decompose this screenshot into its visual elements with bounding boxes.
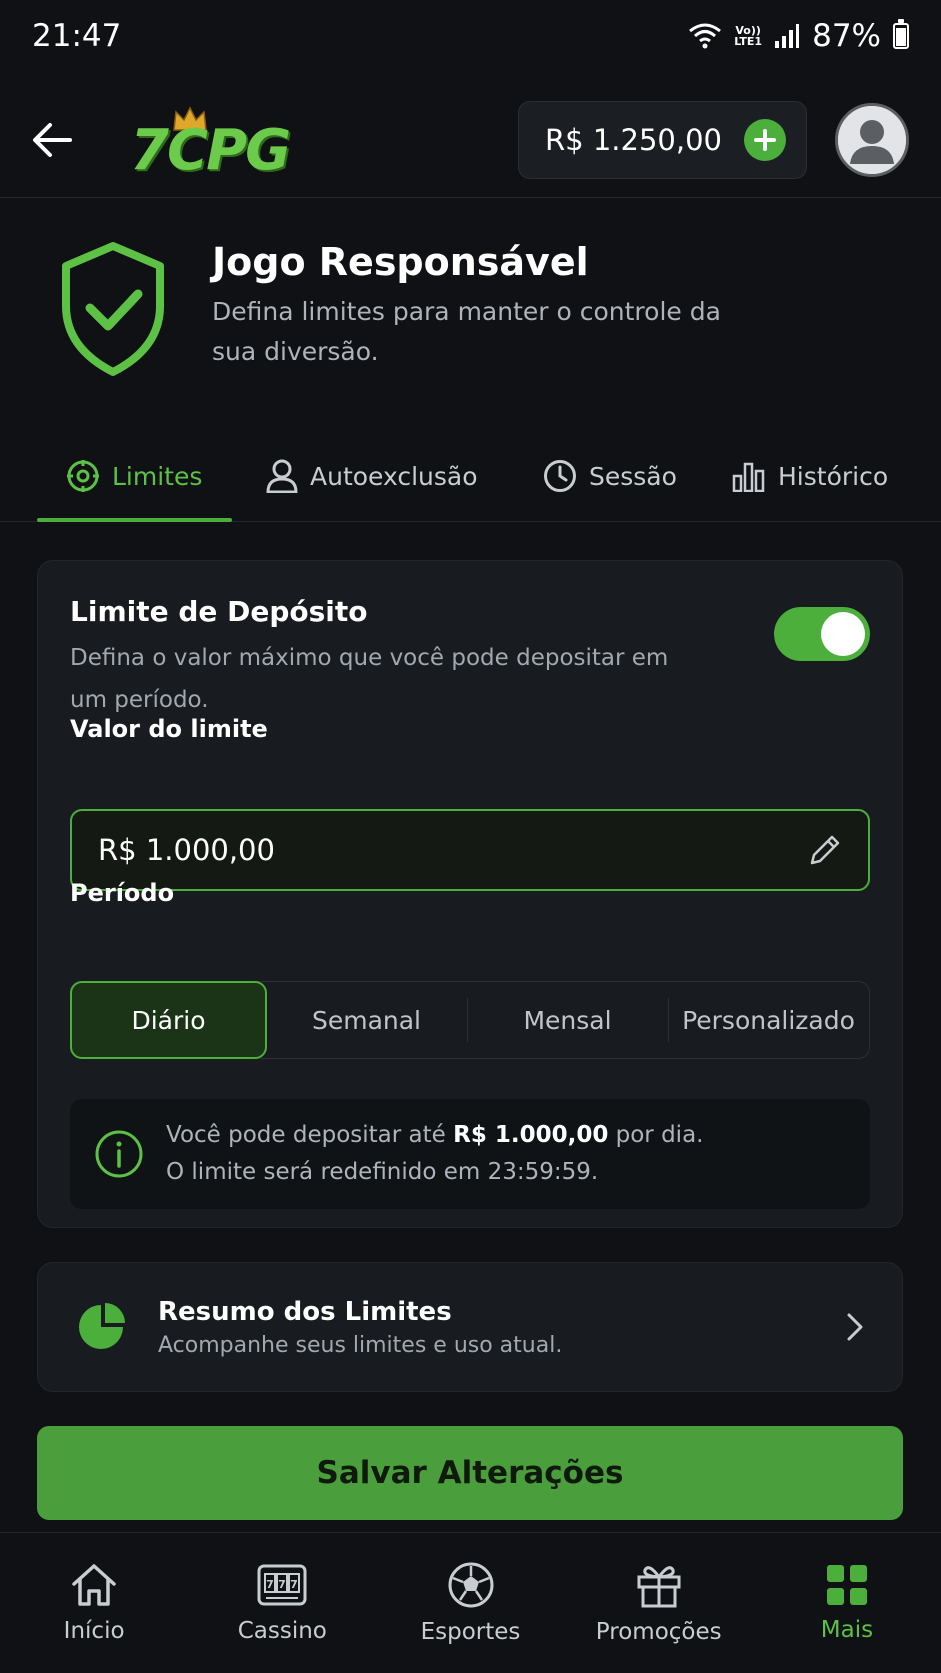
- nav-label: Esportes: [420, 1619, 521, 1645]
- info-icon: [95, 1130, 143, 1178]
- tab-sessao[interactable]: Sessão: [543, 430, 677, 522]
- limit-info-text: Você pode depositar até R$ 1.000,00 por …: [166, 1117, 703, 1191]
- nav-label: Início: [63, 1618, 125, 1644]
- battery-icon: [893, 19, 909, 49]
- period-weekly[interactable]: Semanal: [266, 982, 467, 1058]
- slot-machine-icon: 7 7 7: [257, 1564, 307, 1606]
- page-subtitle: Defina limites para manter o controle da…: [212, 297, 721, 366]
- nav-mais[interactable]: Mais: [753, 1533, 941, 1673]
- limit-info-amount: R$ 1.000,00: [453, 1122, 609, 1148]
- period-label: Período: [70, 879, 175, 907]
- tab-label: Autoexclusão: [310, 461, 478, 491]
- chevron-right-icon: [847, 1313, 863, 1341]
- nav-label: Promoções: [595, 1619, 722, 1645]
- signal-icon: [775, 24, 800, 48]
- bar-chart-icon: [732, 462, 765, 492]
- nav-esportes[interactable]: Esportes: [376, 1533, 564, 1673]
- limit-value-input[interactable]: R$ 1.000,00: [70, 809, 870, 891]
- period-monthly[interactable]: Mensal: [467, 982, 668, 1058]
- status-bar: 21:47 Vo)) LTE1 87%: [0, 0, 941, 72]
- period-custom[interactable]: Personalizado: [668, 982, 869, 1058]
- deposit-limit-card: Limite de Depósito Defina o valor máximo…: [37, 560, 903, 1228]
- svg-text:7: 7: [266, 1578, 274, 1591]
- pie-chart-icon: [79, 1303, 125, 1349]
- avatar[interactable]: [835, 102, 909, 177]
- nav-promocoes[interactable]: Promoções: [565, 1533, 753, 1673]
- deposit-limit-title: Limite de Depósito: [70, 595, 368, 628]
- svg-text:7: 7: [278, 1578, 286, 1591]
- grid-icon: [826, 1565, 867, 1605]
- pencil-icon[interactable]: [808, 833, 842, 867]
- volte-indicator: Vo)) LTE1: [734, 24, 763, 48]
- arrow-left-icon: [33, 122, 72, 157]
- shield-check-icon: [62, 242, 164, 376]
- deposit-limit-description: Defina o valor máximo que você pode depo…: [70, 645, 669, 713]
- summary-title: Resumo dos Limites: [158, 1296, 452, 1327]
- back-button[interactable]: [32, 105, 102, 175]
- tab-historico[interactable]: Histórico: [732, 430, 888, 522]
- logo-text: 7CPG: [130, 117, 291, 183]
- gift-icon: [637, 1566, 681, 1608]
- nav-inicio[interactable]: Início: [0, 1533, 188, 1673]
- limit-value-label: Valor do limite: [70, 715, 268, 743]
- tab-label: Limites: [112, 461, 203, 491]
- period-daily[interactable]: Diário: [70, 981, 267, 1059]
- tab-limites[interactable]: Limites: [66, 430, 202, 522]
- status-icons: Vo)) LTE1 87%: [688, 18, 909, 54]
- limit-info-box: Você pode depositar até R$ 1.000,00 por …: [70, 1099, 870, 1209]
- status-time: 21:47: [32, 18, 122, 54]
- page-header: Jogo Responsável Defina limites para man…: [58, 240, 898, 390]
- deposit-plus-button[interactable]: [744, 118, 786, 161]
- top-app-bar: 7CPG R$ 1.250,00: [0, 82, 941, 198]
- active-tab-indicator: [37, 518, 232, 522]
- bottom-navigation: Início 7 7 7 Cassino Esportes Promoções …: [0, 1532, 941, 1673]
- svg-text:7: 7: [290, 1578, 298, 1591]
- toggle-knob: [821, 612, 865, 656]
- nav-cassino[interactable]: 7 7 7 Cassino: [188, 1533, 376, 1673]
- balance-display[interactable]: R$ 1.250,00: [518, 100, 807, 179]
- summary-subtitle: Acompanhe seus limites e uso atual.: [158, 1332, 563, 1358]
- limit-value: R$ 1.000,00: [98, 833, 275, 867]
- wifi-icon: [689, 23, 722, 49]
- brand-logo[interactable]: 7CPG: [130, 100, 320, 183]
- nav-label: Mais: [820, 1617, 874, 1643]
- nav-label: Cassino: [237, 1618, 327, 1644]
- user-icon: [266, 459, 298, 493]
- home-icon: [72, 1564, 116, 1606]
- page-title: Jogo Responsável: [212, 240, 589, 284]
- tab-label: Sessão: [589, 461, 677, 491]
- user-avatar-icon: [838, 105, 906, 174]
- limit-reset-text: O limite será redefinido em 23:59:59.: [166, 1159, 599, 1185]
- save-changes-button[interactable]: Salvar Alterações: [37, 1426, 903, 1520]
- period-selector: Diário Semanal Mensal Personalizado: [70, 981, 870, 1059]
- battery-percent: 87%: [812, 18, 881, 54]
- tab-autoexclusao[interactable]: Autoexclusão: [266, 430, 478, 522]
- plus-icon: [754, 128, 776, 151]
- limits-summary-card[interactable]: Resumo dos Limites Acompanhe seus limite…: [37, 1262, 903, 1392]
- balance-amount: R$ 1.250,00: [545, 122, 722, 157]
- tab-label: Histórico: [778, 461, 889, 491]
- target-icon: [67, 460, 99, 492]
- clock-icon: [544, 460, 576, 492]
- tab-bar: Limites Autoexclusão Sessão Histórico: [0, 430, 941, 522]
- soccer-ball-icon: [448, 1562, 493, 1608]
- deposit-limit-toggle[interactable]: [774, 607, 870, 661]
